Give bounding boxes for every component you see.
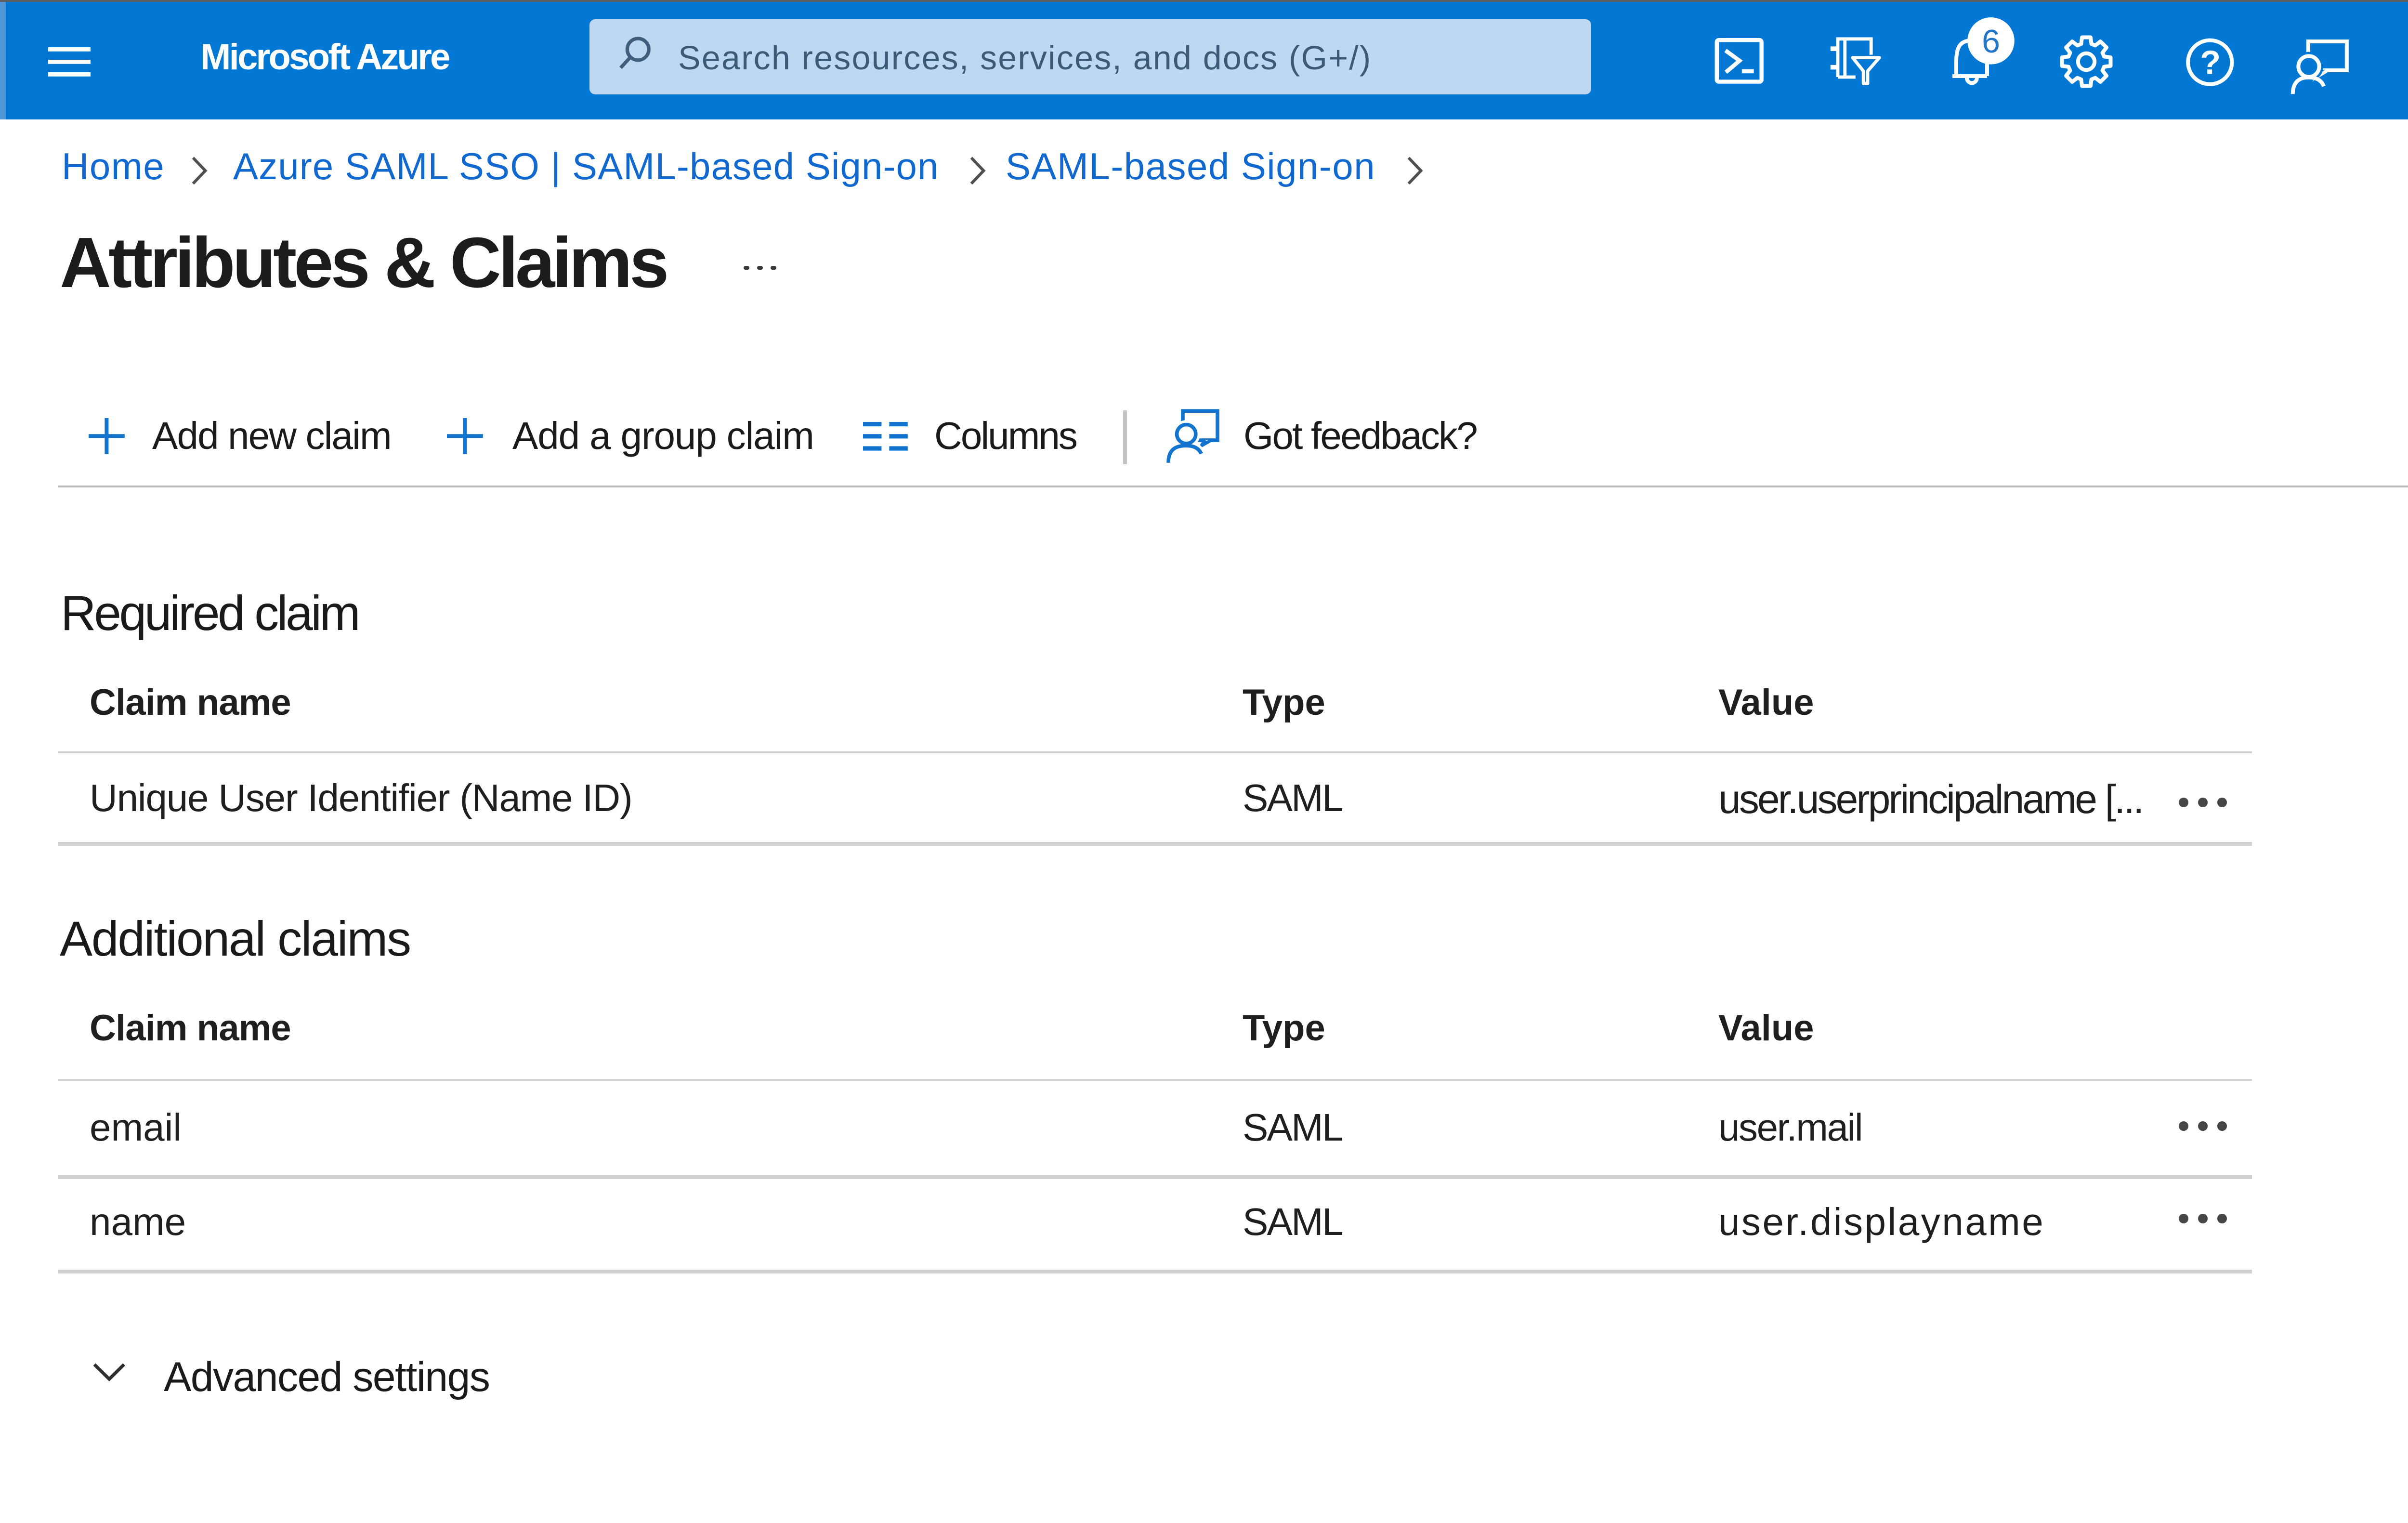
svg-text:6: 6 [1982, 24, 2000, 60]
svg-text:?: ? [2200, 44, 2221, 81]
